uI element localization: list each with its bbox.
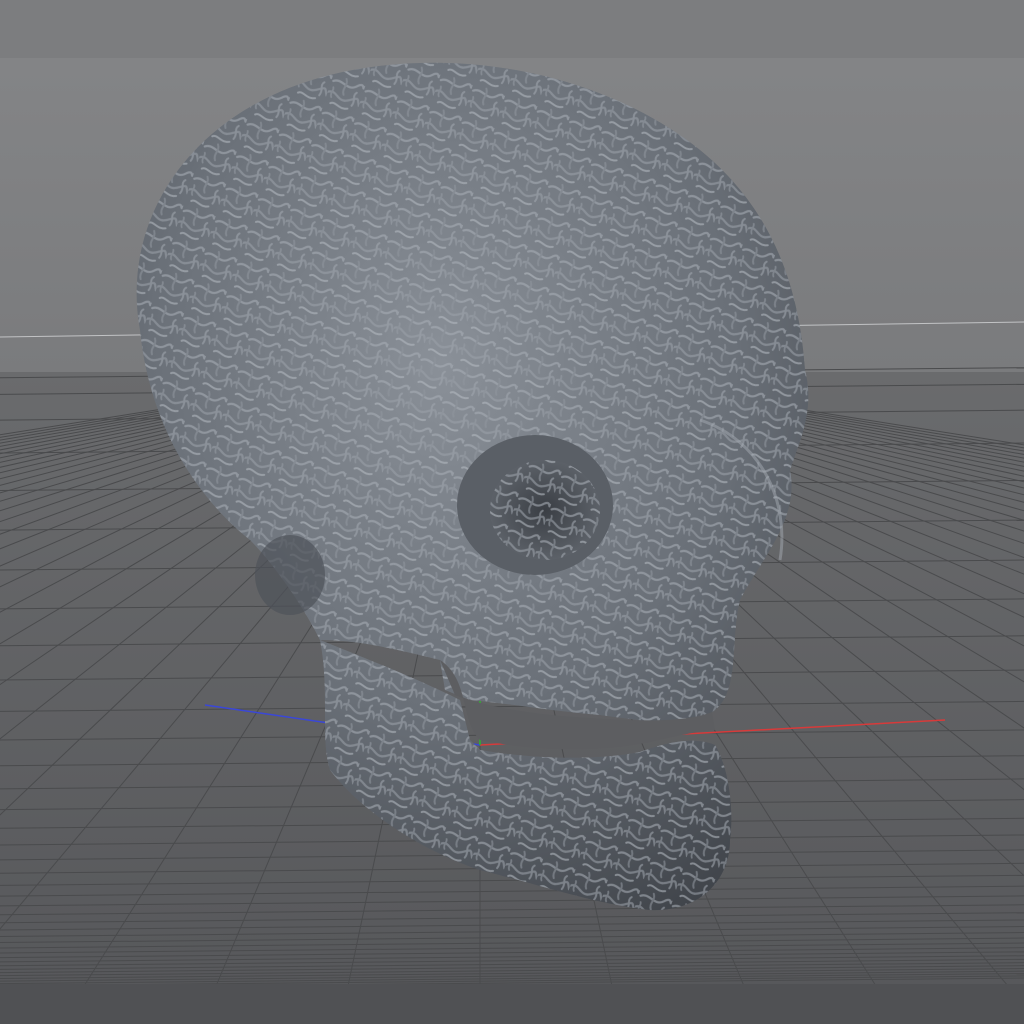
viewport-bottom-band [0, 984, 1024, 1024]
3d-viewport[interactable] [0, 0, 1024, 1024]
skull-temporal-hollow [255, 535, 325, 615]
viewport-sky-top-band [0, 0, 1024, 58]
viewport-scene [0, 0, 1024, 1024]
skull-eye-socket [457, 435, 613, 575]
